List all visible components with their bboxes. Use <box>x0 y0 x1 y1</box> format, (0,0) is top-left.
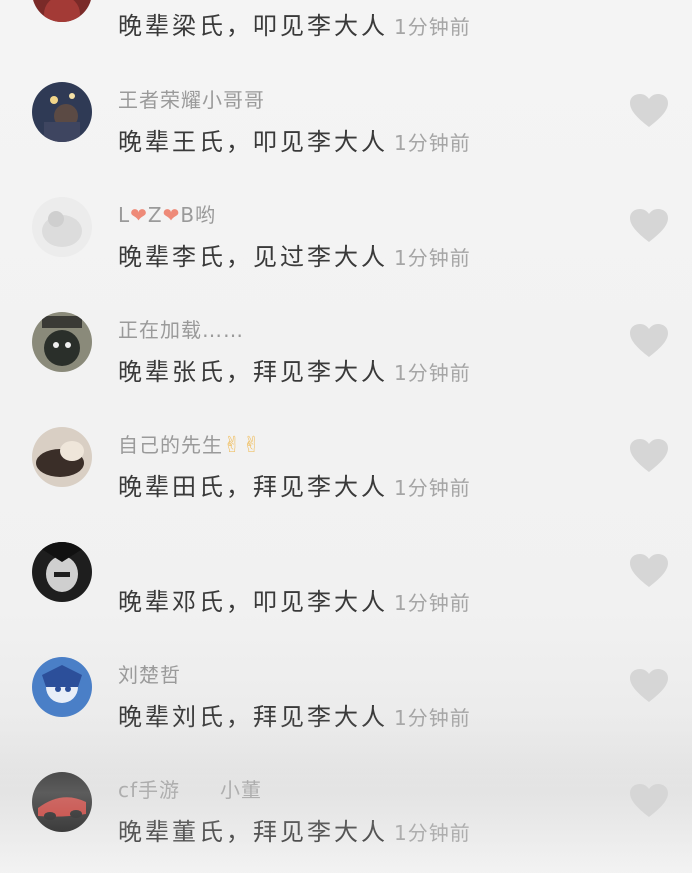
comment-text: 晚辈董氏，拜见李大人 <box>118 818 388 846</box>
username-part: B哟 <box>180 203 217 227</box>
like-button[interactable] <box>630 669 668 703</box>
avatar[interactable] <box>32 197 92 257</box>
heart-icon <box>630 784 668 817</box>
heart-icon <box>630 324 668 357</box>
comment-content: 晚辈刘氏，拜见李大人 1分钟前 <box>118 697 471 732</box>
like-button[interactable] <box>630 784 668 818</box>
heart-icon <box>630 554 668 587</box>
comment-item[interactable]: cf手游 小董 晚辈董氏，拜见李大人 1分钟前 <box>0 772 692 873</box>
comment-item[interactable]: 自己的先生✌✌ 晚辈田氏，拜见李大人 1分钟前 <box>0 427 692 542</box>
comment-content: 晚辈田氏，拜见李大人 1分钟前 <box>118 467 471 502</box>
avatar[interactable] <box>32 427 92 487</box>
comment-time: 1分钟前 <box>394 706 471 730</box>
avatar[interactable] <box>32 0 92 22</box>
avatar[interactable] <box>32 82 92 142</box>
username[interactable]: 自己的先生✌✌ <box>118 429 262 458</box>
comment-content: 晚辈王氏，叩见李大人 1分钟前 <box>118 122 471 157</box>
comment-time: 1分钟前 <box>394 591 471 615</box>
heart-icon <box>630 209 668 242</box>
comment-list[interactable]: 晚辈梁氏，叩见李大人1分钟前 王者荣耀小哥哥 晚辈王氏，叩见李大人1分钟前 <box>0 0 692 873</box>
comment-text: 晚辈李氏，见过李大人 <box>118 243 388 271</box>
username-part: Z <box>147 203 163 227</box>
avatar[interactable] <box>32 312 92 372</box>
comment-text: 晚辈田氏，拜见李大人 <box>118 473 388 501</box>
comment-text: 晚辈张氏，拜见李大人 <box>118 358 388 386</box>
comment-item[interactable]: 王者荣耀小哥哥 晚辈王氏，叩见李大人 1分钟前 <box>0 82 692 197</box>
username-part: cf手游 <box>118 778 181 802</box>
username[interactable]: L❤Z❤B哟 <box>118 199 216 228</box>
heart-icon <box>630 669 668 702</box>
comment-time: 1分钟前 <box>394 15 471 39</box>
username[interactable]: cf手游 小董 <box>118 774 262 803</box>
comment-item[interactable]: 晚辈邓氏，叩见李大人 1分钟前 <box>0 542 692 657</box>
like-button[interactable] <box>630 439 668 473</box>
comment-text: 晚辈梁氏，叩见李大人 <box>118 12 388 40</box>
heart-emoji-icon: ❤ <box>130 203 148 227</box>
username-text: 自己的先生 <box>118 433 223 457</box>
like-button[interactable] <box>630 94 668 128</box>
comment-time: 1分钟前 <box>394 476 471 500</box>
avatar[interactable] <box>32 657 92 717</box>
comment-item[interactable]: L❤Z❤B哟 晚辈李氏，见过李大人 1分钟前 <box>0 197 692 312</box>
username[interactable]: 刘楚哲 <box>118 659 181 688</box>
heart-icon <box>630 439 668 472</box>
victory-hand-icon: ✌✌ <box>223 433 262 458</box>
avatar[interactable] <box>32 772 92 832</box>
comment-time: 1分钟前 <box>394 131 471 155</box>
comment-content: 晚辈邓氏，叩见李大人 1分钟前 <box>118 582 471 617</box>
like-button[interactable] <box>630 209 668 243</box>
like-button[interactable] <box>630 554 668 588</box>
comment-content: 晚辈董氏，拜见李大人 1分钟前 <box>118 812 471 847</box>
comment-item[interactable]: 刘楚哲 晚辈刘氏，拜见李大人 1分钟前 <box>0 657 692 772</box>
comment-text: 晚辈王氏，叩见李大人 <box>118 128 388 156</box>
comment-time: 1分钟前 <box>394 246 471 270</box>
comment-content: 晚辈李氏，见过李大人 1分钟前 <box>118 237 471 272</box>
username[interactable]: 王者荣耀小哥哥 <box>118 84 265 113</box>
comment-item[interactable]: 正在加载…… 晚辈张氏，拜见李大人 1分钟前 <box>0 312 692 427</box>
like-button[interactable] <box>630 324 668 358</box>
comment-content: 晚辈张氏，拜见李大人 1分钟前 <box>118 352 471 387</box>
heart-emoji-icon: ❤ <box>162 203 181 227</box>
comment-time: 1分钟前 <box>394 361 471 385</box>
comment-text: 晚辈邓氏，叩见李大人 <box>118 588 388 616</box>
heart-icon <box>630 94 668 127</box>
comment-time: 1分钟前 <box>394 821 471 845</box>
avatar[interactable] <box>32 542 92 602</box>
comment-content: 晚辈梁氏，叩见李大人 1分钟前 <box>118 6 471 41</box>
comment-text: 晚辈刘氏，拜见李大人 <box>118 703 388 731</box>
username-part: 小董 <box>220 778 263 802</box>
username[interactable]: 正在加载…… <box>118 314 244 343</box>
username-part: L <box>118 203 131 227</box>
comment-item[interactable]: 晚辈梁氏，叩见李大人 1分钟前 <box>0 0 692 60</box>
